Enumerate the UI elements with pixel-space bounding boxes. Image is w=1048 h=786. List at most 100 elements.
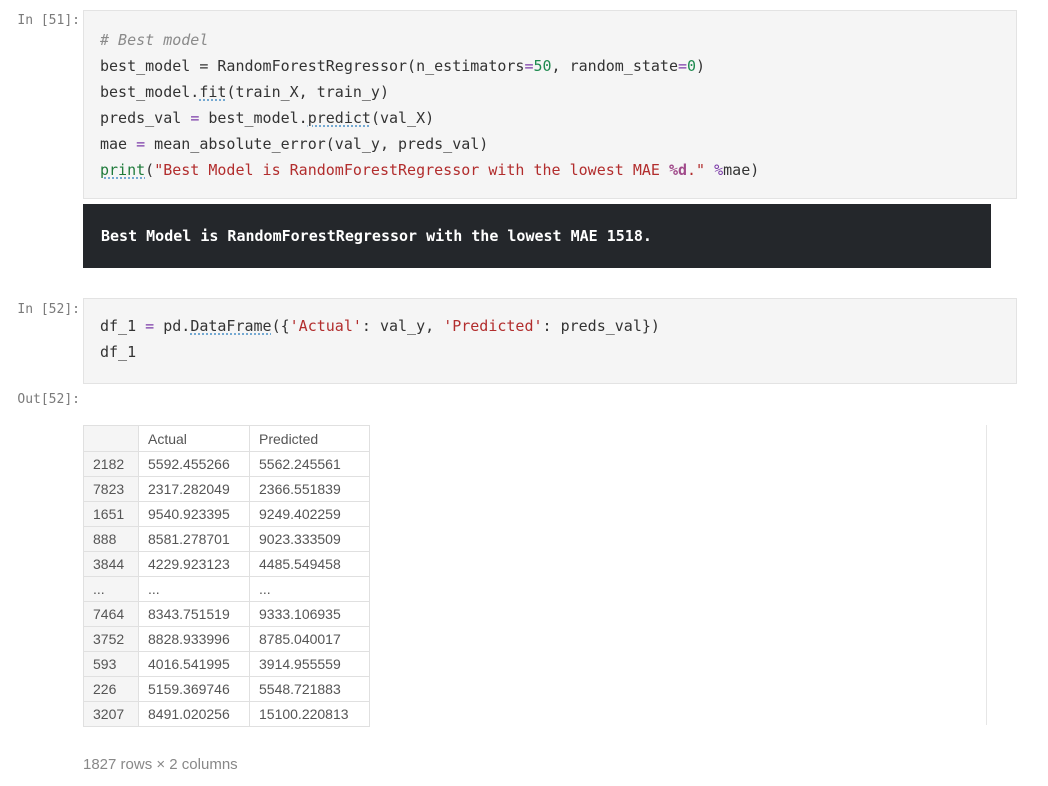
code-function: fit: [199, 83, 227, 101]
code-string: 'Predicted': [443, 317, 543, 335]
code-operator: =: [677, 57, 688, 75]
cell-prompt-51: In [51]:: [17, 13, 80, 28]
table-row: 7464 8343.751519 9333.106935: [83, 601, 370, 627]
code-token: : preds_val}): [542, 317, 660, 335]
code-token: (val_X): [370, 109, 435, 127]
code-comment: # Best model: [100, 31, 209, 49]
table-row: 7823 2317.282049 2366.551839: [83, 476, 370, 502]
code-token: (: [145, 161, 155, 179]
table-header-predicted: Predicted: [249, 425, 370, 452]
table-row-ellipsis: .........: [83, 576, 370, 602]
row-index: 3752: [83, 626, 139, 652]
row-index: 7823: [83, 476, 139, 502]
table-row: 3752 8828.933996 8785.040017: [83, 626, 370, 652]
code-format-spec: %d: [668, 161, 688, 179]
code-number: 0: [687, 57, 697, 75]
row-index: 3844: [83, 551, 139, 577]
code-operator: %: [714, 161, 724, 179]
code-line: best_model.fit(train_X, train_y): [100, 79, 1000, 105]
table-row: 593 4016.541995 3914.955559: [83, 651, 370, 677]
cell-actual: 5159.369746: [138, 676, 250, 702]
cell-predicted: 9333.106935: [249, 601, 370, 627]
row-index: 7464: [83, 601, 139, 627]
code-token: : val_y,: [361, 317, 444, 335]
row-index: 226: [83, 676, 139, 702]
cell-predicted: 4485.549458: [249, 551, 370, 577]
cell-actual: ...: [138, 576, 250, 602]
code-line: print("Best Model is RandomForestRegress…: [100, 157, 1000, 183]
table-row: 2182 5592.455266 5562.245561: [83, 451, 370, 477]
code-operator: =: [190, 109, 200, 127]
cell-actual: 8491.020256: [138, 701, 250, 727]
code-line: best_model = RandomForestRegressor(n_est…: [100, 53, 1000, 79]
code-token: df_1: [100, 317, 146, 335]
code-token: best_model.: [199, 109, 308, 127]
table-header-index: [83, 425, 139, 452]
row-index: ...: [83, 576, 139, 602]
code-line: # Best model: [100, 27, 1000, 53]
cell-predicted: 5562.245561: [249, 451, 370, 477]
code-token: preds_val: [100, 109, 191, 127]
table-row: 3207 8491.020256 15100.220813: [83, 701, 370, 727]
out-prompt-52: Out[52]:: [17, 392, 80, 407]
table-header-row: Actual Predicted: [83, 425, 370, 452]
code-token: ({: [271, 317, 290, 335]
table-header-actual: Actual: [138, 425, 250, 452]
row-index: 888: [83, 526, 139, 552]
cell-actual: 8343.751519: [138, 601, 250, 627]
code-string: .": [687, 161, 706, 179]
stdout-output-51: Best Model is RandomForestRegressor with…: [83, 204, 991, 268]
code-token: best_model = RandomForestRegressor(n_est…: [100, 57, 525, 75]
row-index: 1651: [83, 501, 139, 527]
code-token: mean_absolute_error(val_y, preds_val): [145, 135, 489, 153]
code-token: pd.: [154, 317, 191, 335]
cell-predicted: 3914.955559: [249, 651, 370, 677]
cell-actual: 8581.278701: [138, 526, 250, 552]
code-line: df_1: [100, 343, 137, 361]
cell-prompt-52: In [52]:: [17, 302, 80, 317]
code-function: predict: [307, 109, 371, 127]
dataframe-table: Actual Predicted 2182 5592.455266 5562.245…: [83, 425, 370, 727]
cell-predicted: 5548.721883: [249, 676, 370, 702]
table-row: 226 5159.369746 5548.721883: [83, 676, 370, 702]
code-token: mae: [723, 161, 751, 179]
code-token: ): [750, 161, 760, 179]
code-string: "Best Model is RandomForestRegressor wit…: [154, 161, 669, 179]
code-token: best_model.: [100, 83, 200, 101]
code-line: df_1 = pd.DataFrame({'Actual': val_y, 'P…: [100, 313, 1000, 339]
code-string: 'Actual': [289, 317, 362, 335]
cell-predicted: 9023.333509: [249, 526, 370, 552]
code-token: (train_X, train_y): [226, 83, 389, 101]
cell-actual: 5592.455266: [138, 451, 250, 477]
code-line: mae = mean_absolute_error(val_y, preds_v…: [100, 131, 1000, 157]
cell-actual: 4229.923123: [138, 551, 250, 577]
code-token: , random_state: [551, 57, 678, 75]
cell-predicted: 15100.220813: [249, 701, 370, 727]
code-cell-51[interactable]: # Best model best_model = RandomForestRe…: [83, 10, 1017, 199]
dataframe-shape-label: 1827 rows × 2 columns: [83, 756, 238, 773]
cell-actual: 8828.933996: [138, 626, 250, 652]
cell-predicted: 2366.551839: [249, 476, 370, 502]
cell-predicted: 8785.040017: [249, 626, 370, 652]
table-row: 888 8581.278701 9023.333509: [83, 526, 370, 552]
cell-actual: 2317.282049: [138, 476, 250, 502]
code-builtin: print: [100, 161, 146, 179]
row-index: 2182: [83, 451, 139, 477]
code-function: DataFrame: [190, 317, 272, 335]
table-row: 3844 4229.923123 4485.549458: [83, 551, 370, 577]
code-number: 50: [533, 57, 552, 75]
cell-actual: 4016.541995: [138, 651, 250, 677]
row-index: 3207: [83, 701, 139, 727]
code-operator: =: [136, 135, 146, 153]
code-cell-52[interactable]: df_1 = pd.DataFrame({'Actual': val_y, 'P…: [83, 298, 1017, 384]
table-row: 1651 9540.923395 9249.402259: [83, 501, 370, 527]
row-index: 593: [83, 651, 139, 677]
code-operator: =: [145, 317, 155, 335]
cell-predicted: 9249.402259: [249, 501, 370, 527]
code-line: preds_val = best_model.predict(val_X): [100, 105, 1000, 131]
code-token: mae: [100, 135, 137, 153]
cell-predicted: ...: [249, 576, 370, 602]
output-area-divider: [986, 425, 987, 725]
cell-actual: 9540.923395: [138, 501, 250, 527]
